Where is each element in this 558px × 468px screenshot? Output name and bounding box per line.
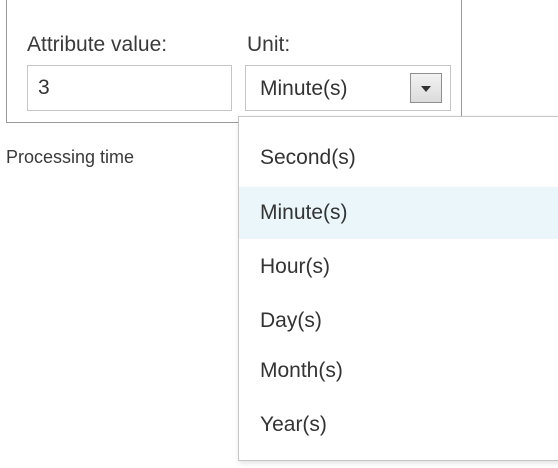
unit-option-minutes[interactable]: Minute(s)	[239, 187, 558, 239]
processing-time-caption: Processing time	[6, 147, 135, 167]
unit-option-years[interactable]: Year(s)	[239, 399, 558, 451]
attribute-value-input[interactable]: 3	[27, 65, 232, 111]
attribute-value-label: Attribute value:	[27, 33, 168, 56]
unit-label: Unit:	[247, 33, 291, 56]
unit-select-value: Minute(s)	[260, 77, 348, 100]
unit-select[interactable]: Minute(s)	[245, 65, 451, 111]
unit-option-hours[interactable]: Hour(s)	[239, 241, 558, 293]
unit-option-seconds[interactable]: Second(s)	[239, 132, 558, 184]
unit-dropdown-list: Second(s) Minute(s) Hour(s) Day(s) Month…	[238, 116, 558, 461]
unit-option-days[interactable]: Day(s)	[239, 295, 558, 347]
unit-option-months[interactable]: Month(s)	[239, 345, 558, 397]
chevron-down-icon	[421, 86, 431, 92]
unit-select-arrow-button[interactable]	[410, 73, 442, 103]
attribute-panel: Attribute value: Unit: 3 Minute(s)	[6, 0, 462, 123]
